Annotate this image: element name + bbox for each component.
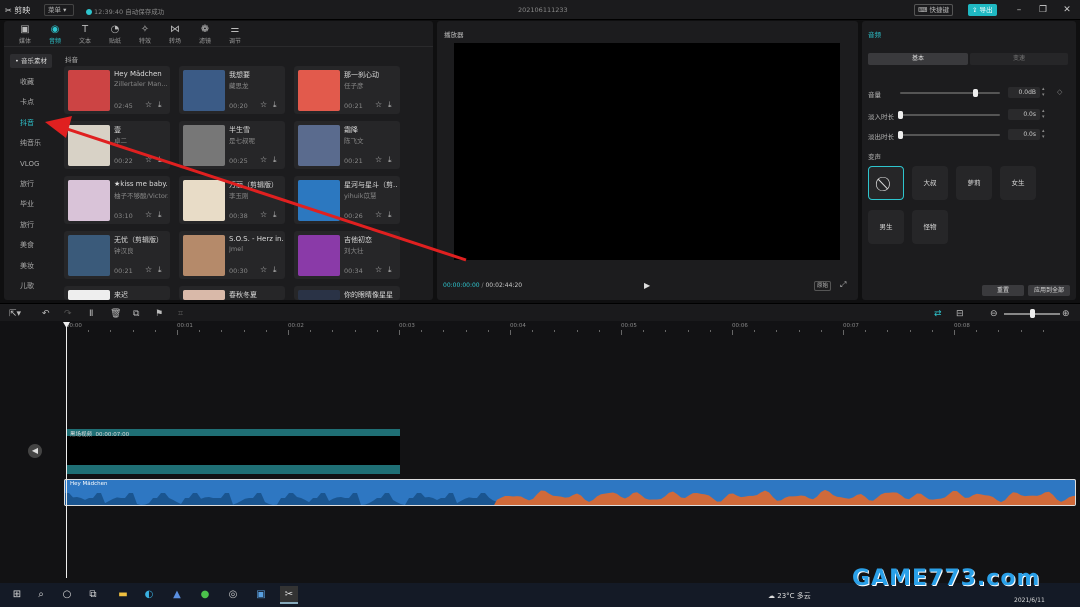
windows-start-icon[interactable]: ⊞ <box>8 586 26 604</box>
app-icon-3[interactable]: ▣ <box>252 586 270 604</box>
edge-icon[interactable]: ◐ <box>140 586 158 604</box>
weather-text: 23°C 多云 <box>777 592 811 600</box>
watermark: GAME773.com <box>852 566 1041 591</box>
app-window: ✂ 剪映 菜单 ▾ 12:39:40 自动保存成功 202106111233 ⌨… <box>0 0 1080 607</box>
app-icon-2[interactable]: ◎ <box>224 586 242 604</box>
file-explorer-icon[interactable]: ▬ <box>114 586 132 604</box>
cortana-icon[interactable]: ○ <box>58 586 76 604</box>
weather: ☁ 23°C 多云 <box>768 591 811 601</box>
annotation-arrow <box>45 116 467 262</box>
task-view-icon[interactable]: ⧉ <box>84 586 102 604</box>
taskbar-date: 2021/6/11 <box>1014 597 1045 604</box>
capcut-taskbar-icon[interactable]: ✂ <box>280 586 298 604</box>
arrow-shaft <box>63 126 467 262</box>
cloud-icon: ☁ <box>768 592 775 600</box>
arrow-head <box>45 116 72 138</box>
app-icon-1[interactable]: ▲ <box>168 586 186 604</box>
wechat-icon[interactable]: ● <box>196 586 214 604</box>
search-icon[interactable]: ⌕ <box>32 586 50 604</box>
